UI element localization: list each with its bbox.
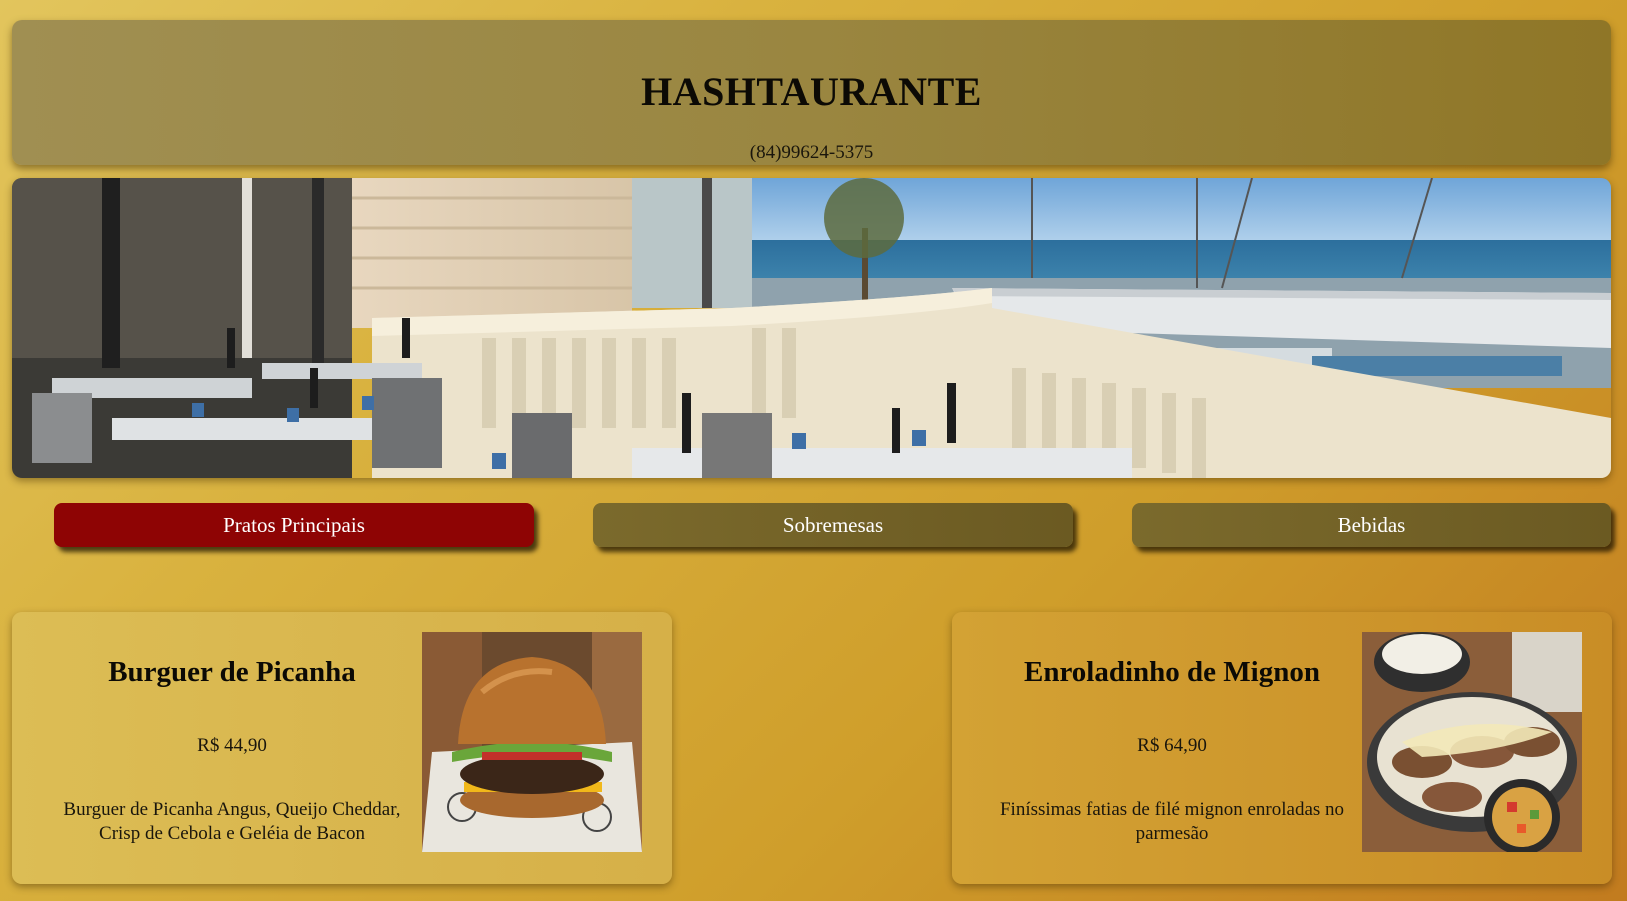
menu-item-text: Burguer de Picanha R$ 44,90 Burguer de P… bbox=[42, 612, 422, 884]
menu-item-price: R$ 44,90 bbox=[197, 735, 267, 756]
mignon-rolls-photo bbox=[1362, 632, 1582, 852]
phone-number: (84)99624-5375 bbox=[749, 142, 874, 163]
restaurant-name: HASHTAURANTE bbox=[641, 69, 982, 114]
tab-pratos-principais[interactable]: Pratos Principais bbox=[54, 503, 534, 547]
burger-photo bbox=[422, 632, 642, 852]
menu-item-description: Finíssimas fatias de filé mignon enrolad… bbox=[999, 799, 1345, 844]
menu-item-price: R$ 64,90 bbox=[1137, 735, 1207, 756]
tab-sobremesas[interactable]: Sobremesas bbox=[593, 503, 1073, 547]
tab-bebidas[interactable]: Bebidas bbox=[1132, 503, 1611, 547]
menu-item-description: Burguer de Picanha Angus, Queijo Cheddar… bbox=[63, 799, 401, 844]
menu-item-card: Enroladinho de Mignon R$ 64,90 Finíssima… bbox=[952, 612, 1612, 884]
menu-item-text: Enroladinho de Mignon R$ 64,90 Finíssima… bbox=[982, 612, 1362, 884]
menu-item-name: Enroladinho de Mignon bbox=[1023, 656, 1320, 688]
site-header: HASHTAURANTE (84)99624-5375 bbox=[12, 20, 1611, 165]
menu-item-card: Burguer de Picanha R$ 44,90 Burguer de P… bbox=[12, 612, 672, 884]
hero-photo bbox=[12, 178, 1611, 478]
menu-item-name: Burguer de Picanha bbox=[108, 656, 356, 688]
